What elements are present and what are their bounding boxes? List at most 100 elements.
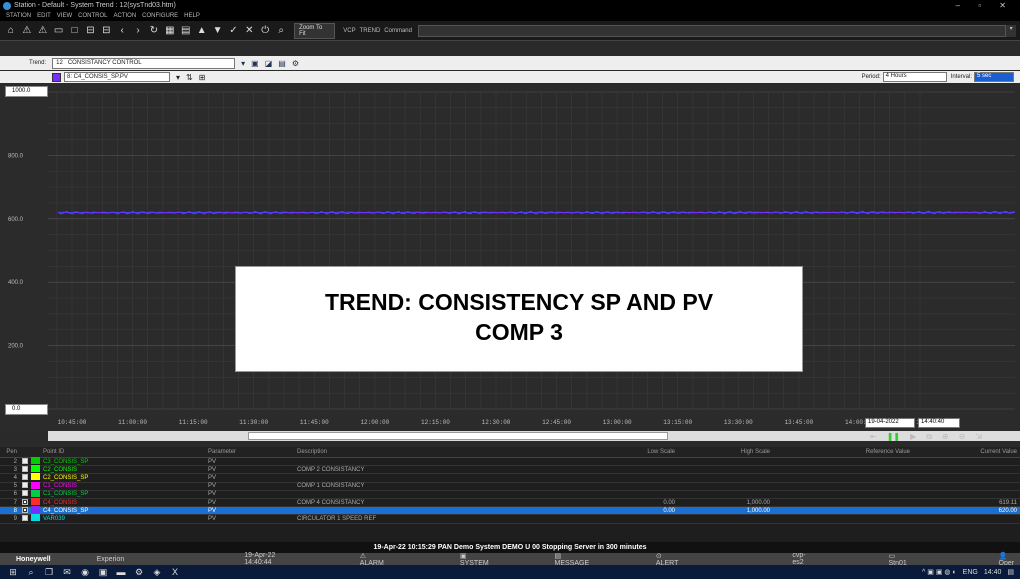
properties-icon[interactable]: ⚙ [292,59,299,68]
current-value: 620.00 [998,507,1017,514]
menu-edit[interactable]: EDIT [37,13,51,19]
notification-icon[interactable]: ▤ [1007,568,1014,576]
y-max-input[interactable]: 1000.0 [5,86,48,97]
parameter: PV [208,515,217,522]
trend-chart[interactable]: 800.0 600.0 400.0 200.0 10:45:00 11:00:00 11:1… [0,85,1020,432]
window-controls[interactable]: – ▫ ✕ [956,1,1014,10]
lower-icon[interactable]: ▼ [213,25,223,36]
table-row[interactable]: 3 C2_CONSIS PV COMP 2 CONSISTANCY [0,465,1020,475]
grid-icon[interactable]: ▤ [181,25,191,36]
checkbox-icon[interactable] [22,490,28,497]
interval-select[interactable]: 5 sec [974,72,1014,82]
alarm-icon[interactable]: ⚠ [22,25,32,36]
accept-icon[interactable]: ✓ [229,25,239,36]
time-input[interactable]: 14:40:40 [918,418,960,428]
print-icon[interactable]: ▤ [278,59,286,68]
prev-page-icon[interactable]: ⊟ [85,25,95,36]
dropdown-icon[interactable]: ▾ [241,59,245,68]
refresh-icon[interactable]: ↻ [149,25,159,36]
checkbox-icon[interactable] [22,498,28,505]
save-icon[interactable]: ▣ [251,59,259,68]
checkbox-icon[interactable] [22,465,28,472]
table-row[interactable]: 5 C1_CONSIS PV COMP 1 CONSISTANCY [0,481,1020,491]
task-view-icon[interactable]: ❐ [44,567,54,578]
command-input[interactable] [417,24,1007,37]
menu-station[interactable]: STATION [6,13,31,19]
checkbox-icon[interactable] [22,482,28,489]
y-tick-label: 200.0 [8,344,24,350]
pen-checkbox[interactable] [20,514,31,523]
next-page-icon[interactable]: ⊟ [101,25,111,36]
y-min-input[interactable]: 0.0 [5,404,48,415]
checkbox-icon[interactable] [22,506,28,513]
period-select[interactable]: 4 Hours [882,72,947,82]
pen-checkbox[interactable] [20,482,31,490]
pen-checkbox[interactable] [20,465,31,474]
table-row[interactable]: 6 C1_CONSIS_SP PV [0,489,1020,499]
pen-select[interactable]: 8: C4_CONSIS_SP.PV [64,72,170,82]
start-icon[interactable]: ⊞ [8,567,18,578]
station-app-icon[interactable]: ◈ [152,567,162,578]
export-icon[interactable]: ⇲ [975,432,982,442]
pen-checkbox[interactable] [20,490,31,498]
window-icon[interactable]: □ [70,25,80,36]
excel-icon[interactable]: X [170,567,180,577]
table-row[interactable]: 8 C4_CONSIS_SP PV 0.00 1,000.00 620.00 [0,506,1020,516]
chart-type-icon[interactable]: ◪ [265,59,273,68]
browser-icon[interactable]: ◉ [80,567,90,578]
tray-icons[interactable]: ^ ▣ ▣ ◍ ◐ [922,568,957,576]
zoom-to-fit-button[interactable]: Zoom To Fit [294,22,336,39]
home-icon[interactable]: ⌂ [6,25,16,36]
menu-help[interactable]: HELP [184,13,200,19]
settings-icon[interactable]: ⚙ [134,567,144,578]
menu-action[interactable]: ACTION [113,13,136,19]
chart-icon[interactable]: ▦ [165,25,175,36]
clock[interactable]: 14:40 [984,569,1002,576]
col-pen: Pen [6,449,17,455]
station-status-bar: Honeywell Experion 19-Apr-22 14:40:44 ⚠ … [0,552,1020,567]
pen-checkbox[interactable] [20,506,31,515]
pen-checkbox[interactable] [20,457,31,466]
zoom-out-icon[interactable]: ⊖ [959,432,966,442]
table-row[interactable]: 7 C4_CONSIS PV COMP 4 CONSISTANCY 0.00 1,000.… [0,498,1020,508]
description: COMP 1 CONSISTANCY [297,483,365,490]
search-icon[interactable]: ⌕ [26,567,36,578]
command-dropdown-icon[interactable]: ▾ [1006,24,1017,37]
search-icon[interactable]: ⌕ [276,25,286,36]
mail-icon[interactable]: ✉ [62,567,72,578]
menu-view[interactable]: VIEW [57,13,72,19]
language-indicator[interactable]: ENG [963,569,978,576]
pen-selector-bar: 8: C4_CONSIS_SP.PV ▾ ⇅ ⊞ Period: 4 Hours… [0,71,1020,83]
pen-checkbox[interactable] [20,473,31,482]
pause-icon[interactable]: ❚❚ [887,432,900,442]
menu-control[interactable]: CONTROL [78,13,107,19]
alarm-ack-icon[interactable]: ⚠ [38,25,48,36]
axis-icon[interactable]: ⊞ [199,73,206,82]
table-row[interactable]: 2 C3_CONSIS_SP PV [0,457,1020,467]
rewind-icon[interactable]: ⇤ [870,432,877,442]
pen-dropdown-icon[interactable]: ▾ [176,73,180,82]
pen-checkbox[interactable] [20,498,31,507]
copy-icon[interactable]: ⧉ [926,432,932,442]
store-icon[interactable]: ▣ [98,567,108,578]
table-row[interactable]: 9 VAR039 PV CIRCULATOR 1 SPEED REF [0,514,1020,524]
table-row[interactable]: 4 C2_CONSIS_SP PV [0,473,1020,483]
trend-select[interactable]: 12 CONSISTANCY CONTROL [52,57,236,69]
checkbox-icon[interactable] [22,473,28,480]
checkbox-icon[interactable] [22,457,28,464]
date-input[interactable]: 19-04-2022 [865,418,915,428]
raise-icon[interactable]: ▲ [197,25,207,36]
back-icon[interactable]: ‹ [117,25,127,36]
scrollbar-thumb[interactable] [248,432,668,440]
forward-icon[interactable]: › [133,25,143,36]
checkbox-icon[interactable] [22,514,28,521]
menu-configure[interactable]: CONFIGURE [142,13,178,19]
x-tick-label: 13:30:00 [724,419,753,426]
play-icon[interactable]: ▶ [910,432,916,442]
monitor-icon[interactable]: ▭ [54,25,64,36]
folder-icon[interactable]: ▬ [116,567,126,577]
cancel-icon[interactable]: ✕ [244,25,254,36]
scale-icon[interactable]: ⇅ [186,73,193,82]
power-icon[interactable]: ⏻ [260,25,270,36]
zoom-in-icon[interactable]: ⊕ [942,432,949,442]
